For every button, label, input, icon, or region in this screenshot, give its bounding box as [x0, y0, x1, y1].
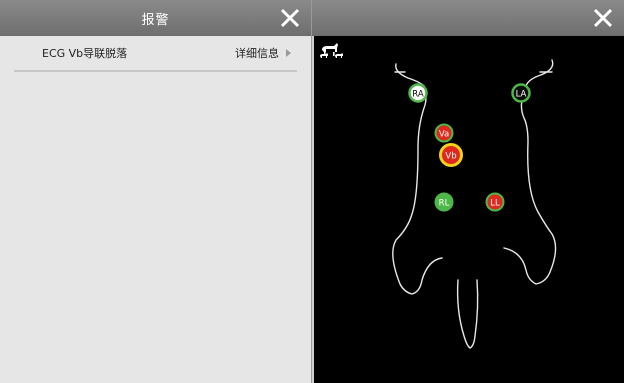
lead-rl[interactable]: RL [434, 192, 454, 212]
alarm-row: ECG Vb导联脱落 详细信息 [14, 36, 297, 72]
lead-rl-label: RL [439, 199, 450, 209]
lead-va[interactable]: Va [434, 123, 454, 143]
chevron-right-icon [286, 49, 291, 57]
detail-label: 详细信息 [235, 47, 279, 60]
lead-la[interactable]: LA [511, 83, 531, 103]
alarm-list: ECG Vb导联脱落 详细信息 [0, 36, 311, 72]
lead-ra-label: RA [412, 90, 424, 100]
lead-va-label: Va [439, 130, 449, 140]
close-icon[interactable] [277, 5, 303, 31]
alarm-title: 报警 [141, 12, 170, 28]
lead-vb-label: Vb [445, 152, 456, 162]
lead-ll[interactable]: LL [485, 192, 505, 212]
lead-ll-label: LL [490, 199, 500, 209]
lead-ra[interactable]: RA [408, 83, 428, 103]
lead-la-label: LA [516, 90, 527, 100]
app-root: 报警 ECG Vb导联脱落 详细信息 RA LA Va Vb RL LL [0, 0, 624, 383]
detail-button[interactable]: 详细信息 [235, 45, 297, 61]
alarm-message: ECG Vb导联脱落 [42, 47, 128, 60]
alarm-panel: 报警 ECG Vb导联脱落 详细信息 [0, 0, 312, 383]
lead-diagram-panel: RA LA Va Vb RL LL [312, 0, 624, 383]
alarm-header: 报警 [0, 0, 311, 36]
lead-vb[interactable]: Vb [439, 143, 463, 167]
lead-markers: RA LA Va Vb RL LL [408, 83, 531, 212]
